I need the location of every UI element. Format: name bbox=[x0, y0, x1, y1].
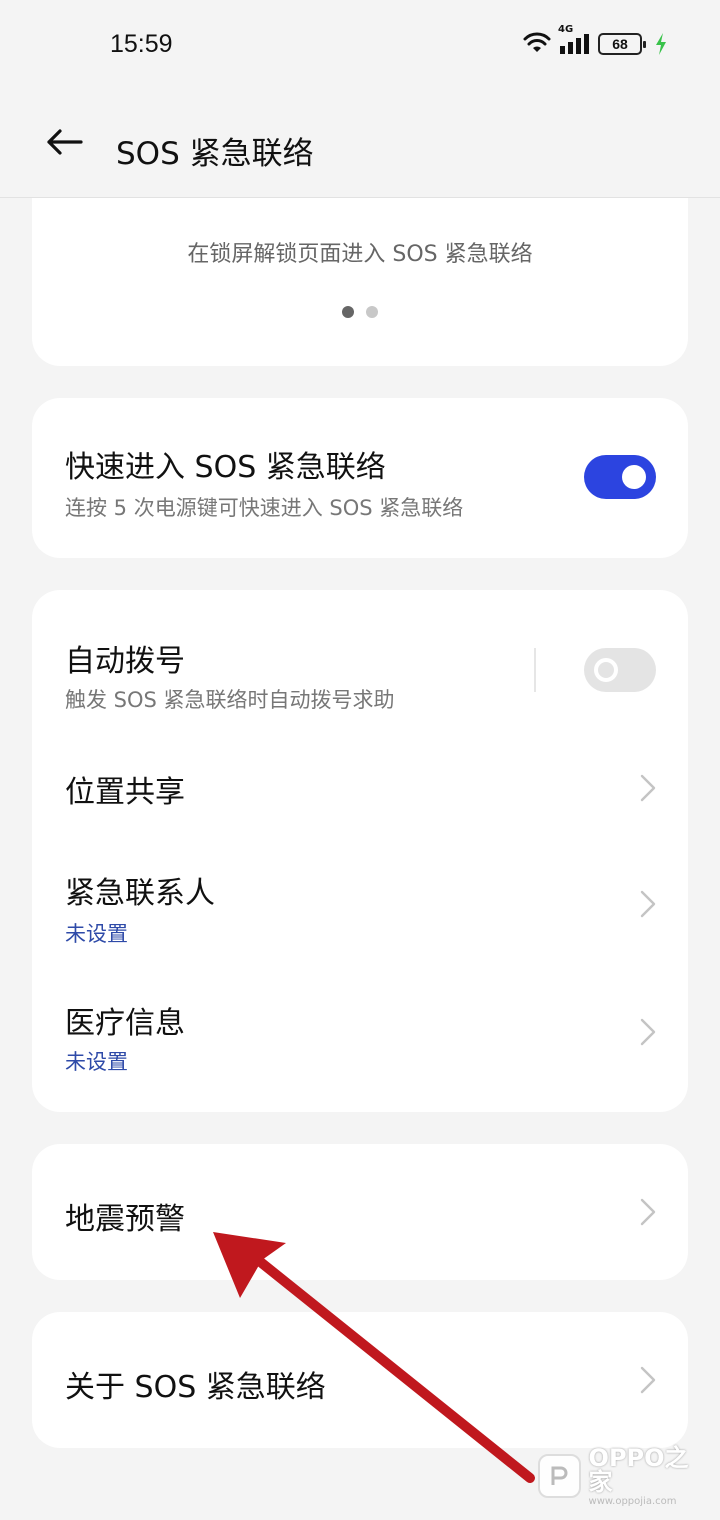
emergency-contacts-row[interactable]: 紧急联系人 未设置 bbox=[32, 844, 688, 976]
quick-entry-toggle[interactable] bbox=[584, 455, 656, 499]
battery-level: 68 bbox=[612, 36, 628, 52]
app-header: SOS 紧急联络 bbox=[0, 92, 720, 198]
page-title: SOS 紧急联络 bbox=[116, 136, 314, 172]
auto-dial-row[interactable]: 自动拨号 触发 SOS 紧急联络时自动拨号求助 bbox=[32, 590, 688, 730]
watermark-url: www.oppojia.com bbox=[588, 1495, 677, 1507]
watermark-logo-icon bbox=[538, 1454, 581, 1498]
emergency-contacts-title: 紧急联系人 bbox=[65, 876, 215, 911]
status-time: 15:59 bbox=[110, 30, 173, 58]
toggle-knob bbox=[622, 465, 646, 489]
auto-dial-title: 自动拨号 bbox=[65, 644, 185, 679]
page-dot-1 bbox=[342, 306, 354, 318]
status-bar: 15:59 4G 68 bbox=[0, 0, 720, 92]
page: 15:59 4G 68 SOS 紧急联络 在锁屏解锁页面进入 SOS 紧急联络 … bbox=[0, 0, 720, 1520]
earthquake-card: 地震预警 bbox=[32, 1144, 688, 1280]
wifi-icon bbox=[523, 32, 551, 52]
quick-entry-row[interactable]: 快速进入 SOS 紧急联络 连按 5 次电源键可快速进入 SOS 紧急联络 bbox=[32, 398, 688, 558]
medical-info-title: 医疗信息 bbox=[65, 1006, 185, 1041]
chevron-right-icon bbox=[640, 1366, 656, 1394]
chevron-right-icon bbox=[640, 774, 656, 802]
settings-card: 自动拨号 触发 SOS 紧急联络时自动拨号求助 位置共享 紧急联系人 未设置 医… bbox=[32, 590, 688, 1112]
medical-info-value: 未设置 bbox=[65, 1050, 128, 1074]
charging-icon bbox=[656, 33, 666, 55]
about-sos-title: 关于 SOS 紧急联络 bbox=[65, 1370, 326, 1405]
back-arrow-icon bbox=[47, 129, 83, 155]
quick-entry-subtitle: 连按 5 次电源键可快速进入 SOS 紧急联络 bbox=[65, 496, 464, 520]
auto-dial-subtitle: 触发 SOS 紧急联络时自动拨号求助 bbox=[65, 688, 395, 712]
intro-card: 在锁屏解锁页面进入 SOS 紧急联络 bbox=[32, 198, 688, 366]
battery-icon: 68 bbox=[598, 33, 646, 55]
chevron-right-icon bbox=[640, 1018, 656, 1046]
chevron-right-icon bbox=[640, 1198, 656, 1226]
location-sharing-row[interactable]: 位置共享 bbox=[32, 730, 688, 844]
intro-text: 在锁屏解锁页面进入 SOS 紧急联络 bbox=[187, 242, 533, 267]
quick-entry-title: 快速进入 SOS 紧急联络 bbox=[65, 450, 386, 485]
cellular-signal-icon: 4G bbox=[558, 24, 592, 56]
toggle-knob bbox=[594, 658, 618, 682]
auto-dial-toggle[interactable] bbox=[584, 648, 656, 692]
medical-info-row[interactable]: 医疗信息 未设置 bbox=[32, 976, 688, 1112]
about-card: 关于 SOS 紧急联络 bbox=[32, 1312, 688, 1448]
back-button[interactable] bbox=[40, 124, 88, 160]
location-sharing-title: 位置共享 bbox=[65, 775, 185, 810]
watermark-brand: OPPO之家 bbox=[588, 1443, 689, 1496]
about-sos-row[interactable]: 关于 SOS 紧急联络 bbox=[32, 1312, 688, 1448]
chevron-right-icon bbox=[640, 890, 656, 918]
emergency-contacts-value: 未设置 bbox=[65, 922, 128, 946]
status-icons: 4G 68 bbox=[522, 24, 668, 56]
row-divider bbox=[534, 648, 536, 692]
page-indicator[interactable] bbox=[32, 306, 688, 318]
watermark-text: OPPO之家 www.oppojia.com bbox=[589, 1446, 708, 1507]
watermark: OPPO之家 www.oppojia.com bbox=[538, 1446, 708, 1507]
quick-entry-card: 快速进入 SOS 紧急联络 连按 5 次电源键可快速进入 SOS 紧急联络 bbox=[32, 398, 688, 558]
page-dot-2 bbox=[366, 306, 378, 318]
earthquake-warning-row[interactable]: 地震预警 bbox=[32, 1144, 688, 1280]
earthquake-warning-title: 地震预警 bbox=[65, 1202, 185, 1237]
